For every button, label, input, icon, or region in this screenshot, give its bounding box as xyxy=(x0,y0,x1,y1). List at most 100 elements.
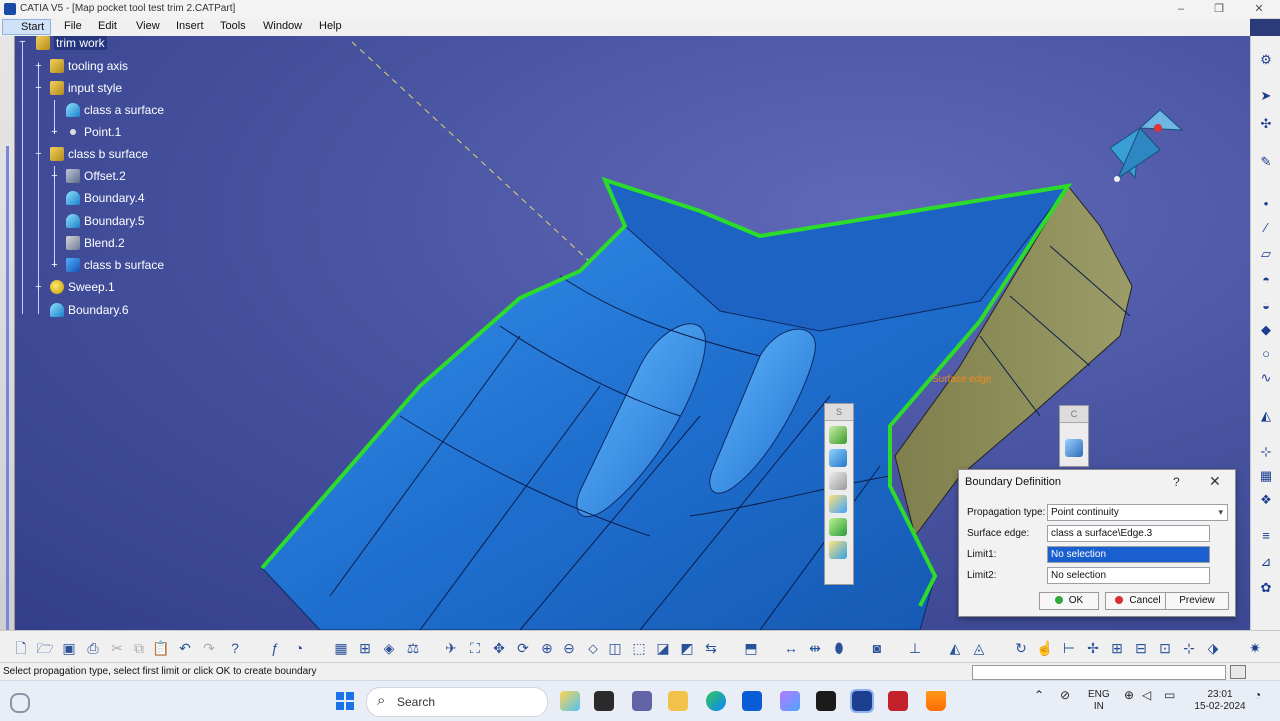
edge-icon[interactable] xyxy=(706,691,726,711)
surface-edge-field[interactable]: class a surface\Edge.3 xyxy=(1047,525,1210,542)
loft-tool-icon[interactable]: ◒ xyxy=(1258,298,1274,314)
zoom-in-icon[interactable]: ⊕ xyxy=(538,639,556,657)
clock[interactable]: 23:01 15-02-2024 xyxy=(1190,689,1250,713)
spline-tool-icon[interactable]: ∿ xyxy=(1258,370,1274,386)
boundary-tool-icon[interactable] xyxy=(829,449,847,467)
cut-by-plane-icon[interactable]: ⬗ xyxy=(1204,639,1222,657)
line-tool-icon[interactable]: ⁄ xyxy=(1258,220,1274,236)
tree-node-boundary-5[interactable]: Boundary.5 xyxy=(66,212,145,230)
compass-icon[interactable] xyxy=(1100,100,1190,190)
palette-header[interactable]: S xyxy=(825,404,853,421)
tree-node-class-b-surface[interactable]: class b surface xyxy=(66,256,164,274)
offset-tool-icon[interactable]: ◆ xyxy=(1258,322,1274,338)
pan-icon[interactable]: ✥ xyxy=(490,639,508,657)
battery-icon[interactable]: ▭ xyxy=(1164,689,1175,701)
shading-icon[interactable]: ◪ xyxy=(654,639,672,657)
apply-material-icon[interactable]: ⬒ xyxy=(742,639,760,657)
sweep-tool-icon[interactable] xyxy=(829,541,847,559)
analysis-tool-icon[interactable]: ◭ xyxy=(1258,408,1274,424)
formula-icon[interactable]: ƒ xyxy=(266,639,284,657)
fly-mode-icon[interactable]: ✈ xyxy=(442,639,460,657)
network-icon[interactable]: ⊕ xyxy=(1124,689,1134,701)
scrollbar-thumb[interactable] xyxy=(6,146,9,636)
close-button[interactable]: ✕ xyxy=(1244,1,1274,17)
help-icon[interactable]: ? xyxy=(1173,475,1180,489)
axis-system-icon[interactable]: ⊹ xyxy=(1258,444,1274,460)
palette-header[interactable]: C xyxy=(1060,406,1088,423)
inertia-icon[interactable]: ⬮ xyxy=(830,639,848,657)
menu-view[interactable]: View xyxy=(136,20,160,32)
law-icon[interactable]: ⚖ xyxy=(404,639,422,657)
curvature-icon[interactable]: ◬ xyxy=(970,639,988,657)
join-tool-icon[interactable] xyxy=(829,518,847,536)
widgets-icon[interactable] xyxy=(10,693,30,713)
menu-edit[interactable]: Edit xyxy=(98,20,117,32)
grid-tool-icon[interactable]: ▦ xyxy=(1258,468,1274,484)
tree-expand-icon[interactable]: + xyxy=(50,127,59,138)
tree-expand-icon[interactable]: + xyxy=(34,61,43,72)
tree-scrollbar[interactable] xyxy=(0,36,15,636)
tree-node-trim-work[interactable]: trim work xyxy=(36,34,107,52)
close-icon[interactable]: ✕ xyxy=(1209,473,1221,490)
tools-palette[interactable]: S xyxy=(824,403,854,585)
measure-item-icon[interactable]: ⇹ xyxy=(806,639,824,657)
tree-expand-icon[interactable]: + xyxy=(50,171,59,182)
tree-node-boundary-4[interactable]: Boundary.4 xyxy=(66,189,145,207)
catalog-icon[interactable]: ❖ xyxy=(1258,492,1274,508)
menu-tools[interactable]: Tools xyxy=(220,20,246,32)
menu-help[interactable]: Help xyxy=(319,20,342,32)
update-icon[interactable]: ↻ xyxy=(1012,639,1030,657)
rule-icon[interactable]: ◈ xyxy=(380,639,398,657)
cut-icon[interactable]: ✂ xyxy=(108,639,126,657)
extract-tool-icon[interactable] xyxy=(829,472,847,490)
volume-icon[interactable]: ◁ xyxy=(1142,689,1151,701)
rotate-icon[interactable]: ⟳ xyxy=(514,639,532,657)
paste-icon[interactable]: 📋 xyxy=(152,639,170,657)
tree-node-offset-2[interactable]: Offset.2 xyxy=(66,167,126,185)
work-on-support-icon[interactable]: ⊟ xyxy=(1132,639,1150,657)
catia-taskbar-icon[interactable] xyxy=(850,689,874,713)
tree-node-sweep-1[interactable]: Sweep.1 xyxy=(50,278,115,296)
apply-material-icon[interactable]: ✿ xyxy=(1258,580,1274,596)
chevron-up-icon[interactable]: ⌃ xyxy=(1034,689,1044,701)
file-explorer-icon[interactable] xyxy=(668,691,688,711)
axis-icon[interactable]: ⊢ xyxy=(1060,639,1078,657)
knowledge-icon[interactable]: ◔ xyxy=(290,639,308,657)
secondary-palette[interactable]: C xyxy=(1059,405,1089,467)
table-icon[interactable]: ▦ xyxy=(332,639,350,657)
view-cube-icon[interactable]: ⬚ xyxy=(630,639,648,657)
compass-tool-icon[interactable]: ✢ xyxy=(1084,639,1102,657)
workbench-icon[interactable]: ⚙ xyxy=(1258,52,1274,68)
sketch-icon[interactable]: ✎ xyxy=(1258,154,1274,170)
manual-update-icon[interactable]: ☝ xyxy=(1036,639,1054,657)
measure-icon[interactable]: ⊿ xyxy=(1258,554,1274,570)
copilot-icon[interactable] xyxy=(560,691,580,711)
preview-button[interactable]: Preview xyxy=(1165,592,1229,610)
teams-icon[interactable] xyxy=(632,691,652,711)
command-input[interactable] xyxy=(972,665,1226,680)
print-icon[interactable]: ⎙ xyxy=(84,639,102,657)
curve-tool-icon[interactable] xyxy=(829,426,847,444)
tree-expand-icon[interactable]: + xyxy=(50,260,59,271)
snap-point-icon[interactable]: ⊹ xyxy=(1180,639,1198,657)
solidworks-icon[interactable] xyxy=(888,691,908,711)
select-arrow-icon[interactable]: ➤ xyxy=(1258,88,1274,104)
tree-node-point-1[interactable]: Point.1 xyxy=(66,123,121,141)
menu-start[interactable]: Start xyxy=(2,19,52,35)
store-icon[interactable] xyxy=(742,691,762,711)
hide-show-icon[interactable]: ◩ xyxy=(678,639,696,657)
tree-node-class-a-surface[interactable]: class a surface xyxy=(66,101,164,119)
vlc-icon[interactable] xyxy=(926,691,946,711)
bell-icon[interactable]: ◔ xyxy=(1254,689,1261,701)
grid-tool-icon[interactable] xyxy=(1065,439,1083,457)
tree-collapse-icon[interactable]: − xyxy=(18,37,27,48)
tree-node-tooling-axis[interactable]: tooling axis xyxy=(50,57,128,75)
iso-view-icon[interactable]: ◫ xyxy=(606,639,624,657)
tree-node-boundary-6[interactable]: Boundary.6 xyxy=(50,301,129,319)
plane-system-icon[interactable]: ⊡ xyxy=(1156,639,1174,657)
tree-expand-icon[interactable]: + xyxy=(34,282,43,293)
menu-insert[interactable]: Insert xyxy=(176,20,204,32)
restore-button[interactable]: ❐ xyxy=(1204,1,1234,17)
chatgpt-app-icon[interactable] xyxy=(780,691,800,711)
menu-window[interactable]: Window xyxy=(263,20,302,32)
